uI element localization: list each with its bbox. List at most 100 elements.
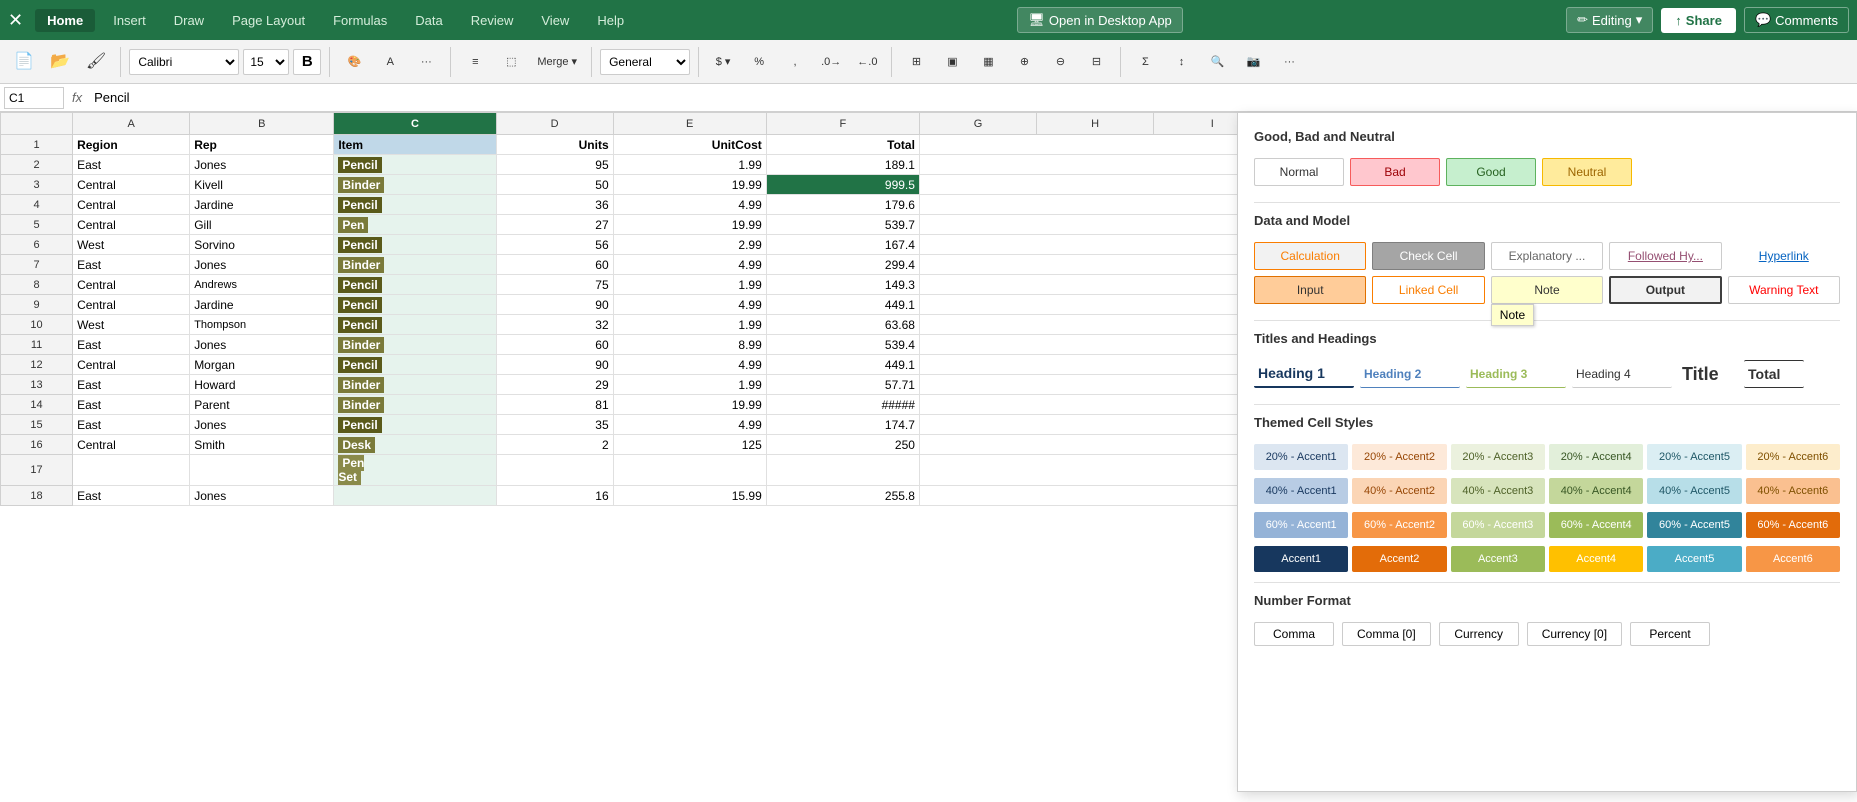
cell-styles-btn[interactable]: ▦ (972, 52, 1004, 71)
accent3-20[interactable]: 20% - Accent3 (1451, 444, 1545, 470)
style-bad[interactable]: Bad (1350, 158, 1440, 186)
font-size-select[interactable]: 15 (243, 49, 289, 75)
more-btn[interactable]: ··· (410, 53, 442, 71)
numfmt-comma0[interactable]: Comma [0] (1342, 622, 1431, 646)
more-options-btn[interactable]: ··· (1273, 53, 1305, 71)
percent-btn[interactable]: % (743, 53, 775, 71)
font-select[interactable]: Calibri (129, 49, 239, 75)
cell-B-header[interactable]: Rep (190, 135, 334, 155)
style-neutral[interactable]: Neutral (1542, 158, 1632, 186)
review-tab[interactable]: Review (461, 9, 524, 32)
numfmt-percent[interactable]: Percent (1630, 622, 1710, 646)
accent1-20[interactable]: 20% - Accent1 (1254, 444, 1348, 470)
accent1-60[interactable]: 60% - Accent1 (1254, 512, 1348, 538)
view-tab[interactable]: View (531, 9, 579, 32)
number-format-select[interactable]: General (600, 49, 690, 75)
style-normal[interactable]: Normal (1254, 158, 1344, 186)
comments-button[interactable]: 💬 Comments (1744, 7, 1849, 33)
share-button[interactable]: ↑ Share (1661, 8, 1736, 33)
format-btn[interactable]: ⊟ (1080, 52, 1112, 71)
cell-E-header[interactable]: UnitCost (613, 135, 766, 155)
accent1[interactable]: Accent1 (1254, 546, 1348, 572)
increase-decimal-btn[interactable]: .0→ (815, 53, 847, 71)
style-checkcell[interactable]: Check Cell (1372, 242, 1484, 270)
cell-reference[interactable] (4, 87, 64, 109)
accent3-60[interactable]: 60% - Accent3 (1451, 512, 1545, 538)
numfmt-comma[interactable]: Comma (1254, 622, 1334, 646)
accent3[interactable]: Accent3 (1451, 546, 1545, 572)
style-total[interactable]: Total (1744, 360, 1804, 388)
col-A[interactable]: A (73, 113, 190, 135)
autosum-btn[interactable]: Σ (1129, 53, 1161, 71)
sort-filter-btn[interactable]: ↕ (1165, 53, 1197, 71)
data-tab[interactable]: Data (405, 9, 452, 32)
formula-input[interactable] (90, 88, 1853, 107)
style-hyperlink[interactable]: Hyperlink (1728, 242, 1840, 270)
pagelayout-tab[interactable]: Page Layout (222, 9, 315, 32)
style-explanatory[interactable]: Explanatory ... (1491, 242, 1603, 270)
wrap-btn[interactable]: ⬚ (495, 52, 527, 71)
bold-button[interactable]: B (293, 49, 321, 75)
accent2[interactable]: Accent2 (1352, 546, 1446, 572)
style-note[interactable]: Note (1491, 276, 1603, 304)
accent4-60[interactable]: 60% - Accent4 (1549, 512, 1643, 538)
style-followed-hyperlink[interactable]: Followed Hy... (1609, 242, 1721, 270)
insert-tab[interactable]: Insert (103, 9, 156, 32)
open-btn[interactable]: 📂 (44, 51, 76, 73)
cell-F-header[interactable]: Total (766, 135, 919, 155)
col-B[interactable]: B (190, 113, 334, 135)
accent5-20[interactable]: 20% - Accent5 (1647, 444, 1741, 470)
accent4[interactable]: Accent4 (1549, 546, 1643, 572)
cell-A-header[interactable]: Region (73, 135, 190, 155)
font-color-btn[interactable]: A (374, 53, 406, 71)
col-F[interactable]: F (766, 113, 919, 135)
accent3-40[interactable]: 40% - Accent3 (1451, 478, 1545, 504)
style-warning-text[interactable]: Warning Text (1728, 276, 1840, 304)
cell-D-header[interactable]: Units (496, 135, 613, 155)
col-G[interactable]: G (919, 113, 1036, 135)
numfmt-currency0[interactable]: Currency [0] (1527, 622, 1622, 646)
accent2-60[interactable]: 60% - Accent2 (1352, 512, 1446, 538)
accent4-20[interactable]: 20% - Accent4 (1549, 444, 1643, 470)
accent6[interactable]: Accent6 (1746, 546, 1840, 572)
accent5-40[interactable]: 40% - Accent5 (1647, 478, 1741, 504)
accent1-40[interactable]: 40% - Accent1 (1254, 478, 1348, 504)
accent6-20[interactable]: 20% - Accent6 (1746, 444, 1840, 470)
format-painter-btn[interactable]: 🖌 (80, 51, 112, 73)
comma-btn[interactable]: , (779, 53, 811, 71)
decrease-decimal-btn[interactable]: ←.0 (851, 53, 883, 71)
style-linked-cell[interactable]: Linked Cell (1372, 276, 1484, 304)
new-btn[interactable]: 📄 (8, 51, 40, 73)
insert-cells-btn[interactable]: ⊕ (1008, 52, 1040, 71)
col-H[interactable]: H (1037, 113, 1154, 135)
col-D[interactable]: D (496, 113, 613, 135)
accent6-40[interactable]: 40% - Accent6 (1746, 478, 1840, 504)
editing-btn[interactable]: ✏ Editing ▾ (1566, 7, 1653, 33)
col-E[interactable]: E (613, 113, 766, 135)
accent5-60[interactable]: 60% - Accent5 (1647, 512, 1741, 538)
accent2-20[interactable]: 20% - Accent2 (1352, 444, 1446, 470)
style-heading2[interactable]: Heading 2 (1360, 360, 1460, 388)
style-heading4[interactable]: Heading 4 (1572, 360, 1672, 388)
accent6-60[interactable]: 60% - Accent6 (1746, 512, 1840, 538)
style-input[interactable]: Input (1254, 276, 1366, 304)
accent2-40[interactable]: 40% - Accent2 (1352, 478, 1446, 504)
align-btn[interactable]: ≡ (459, 53, 491, 71)
find-btn[interactable]: 🔍 (1201, 52, 1233, 71)
help-tab[interactable]: Help (587, 9, 634, 32)
col-C[interactable]: C (334, 113, 496, 135)
camera-btn[interactable]: 📷 (1237, 52, 1269, 71)
style-heading1[interactable]: Heading 1 (1254, 360, 1354, 388)
draw-tab[interactable]: Draw (164, 9, 214, 32)
formulas-tab[interactable]: Formulas (323, 9, 397, 32)
style-good[interactable]: Good (1446, 158, 1536, 186)
merge-btn[interactable]: Merge ▾ (531, 52, 583, 71)
cell-C-header[interactable]: Item (334, 135, 496, 155)
style-output[interactable]: Output (1609, 276, 1721, 304)
accent4-40[interactable]: 40% - Accent4 (1549, 478, 1643, 504)
style-heading3[interactable]: Heading 3 (1466, 360, 1566, 388)
numfmt-currency[interactable]: Currency (1439, 622, 1519, 646)
fill-color-btn[interactable]: 🎨 (338, 52, 370, 71)
shading-btn[interactable]: ▣ (936, 52, 968, 71)
borders-btn[interactable]: ⊞ (900, 52, 932, 71)
